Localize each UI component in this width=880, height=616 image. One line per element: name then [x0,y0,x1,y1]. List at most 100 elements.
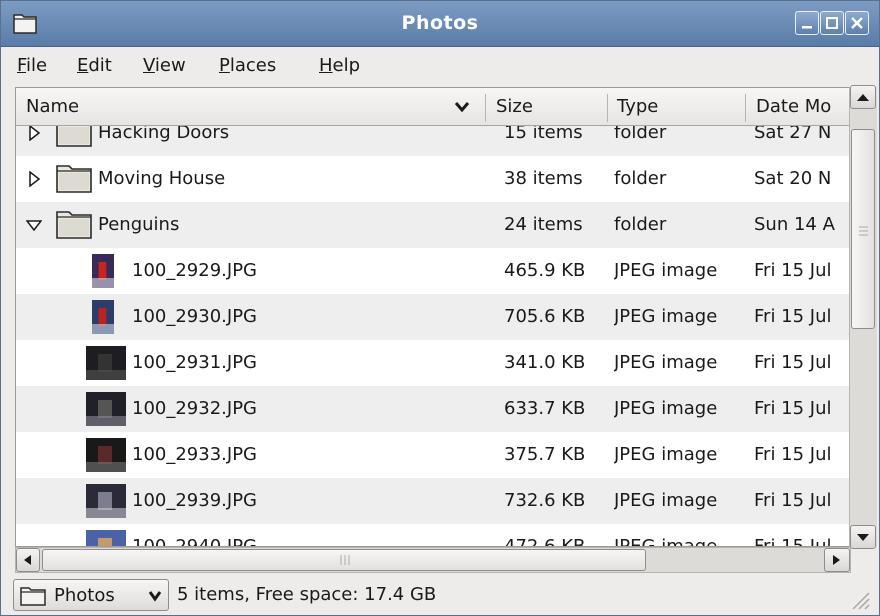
file-row[interactable]: 100_2929.JPG 465.9 KB JPEG image Fri 15 Jul [16,248,850,294]
expander-expanded-icon[interactable] [26,217,42,233]
column-date-header[interactable]: Date Mo [756,88,831,126]
vertical-scroll-thumb[interactable] [851,129,875,329]
folder-icon [20,587,46,606]
menu-label-rest: elp [332,55,361,76]
image-thumbnail-icon [86,438,126,472]
grip-icon [340,555,350,565]
file-list[interactable]: Name Size Type Date Mo Hacking Doors 15 i… [15,87,851,547]
file-type: folder [614,214,667,235]
column-separator[interactable] [485,94,486,122]
folder-icon [56,165,92,193]
column-type-header[interactable]: Type [617,88,658,126]
arrow-left-icon [24,555,31,565]
file-name: 100_2929.JPG [132,260,257,281]
menu-file[interactable]: File [17,55,47,76]
arrow-right-icon [833,555,840,565]
file-date: Fri 15 Jul [754,536,832,547]
column-name-header[interactable]: Name [26,88,79,126]
file-type: JPEG image [614,260,718,281]
file-name: 100_2932.JPG [132,398,257,419]
arrow-down-icon [857,534,869,541]
places-dropdown[interactable]: Photos [13,579,169,611]
chevron-down-icon [148,591,162,602]
folder-row[interactable]: Penguins 24 items folder Sun 14 A [16,202,850,248]
file-type: JPEG image [614,352,718,373]
menu-bar: File Edit View Places Help [1,47,879,87]
scroll-left-button[interactable] [16,548,40,572]
file-row[interactable]: 100_2930.JPG 705.6 KB JPEG image Fri 15 Jul [16,294,850,340]
menu-help[interactable]: Help [319,55,360,76]
menu-places[interactable]: Places [219,55,276,76]
file-date: Sat 27 N [754,126,832,143]
file-type: folder [614,168,667,189]
file-date: Fri 15 Jul [754,352,832,373]
minimize-button[interactable] [795,11,819,35]
horizontal-scroll-thumb[interactable] [42,549,646,571]
chevron-down-icon[interactable] [454,100,470,114]
image-thumbnail-icon [86,530,126,546]
file-type: JPEG image [614,444,718,465]
image-thumbnail-icon [92,300,114,334]
file-name: 100_2933.JPG [132,444,257,465]
folder-icon [56,211,92,239]
file-type: JPEG image [614,398,718,419]
file-size: 15 items [504,126,583,143]
file-size: 38 items [504,168,583,189]
menu-label-rest: ile [26,55,48,76]
file-name: 100_2931.JPG [132,352,257,373]
menu-mnemonic: F [17,55,27,76]
status-bar: Photos 5 items, Free space: 17.4 GB [1,575,879,615]
scroll-down-button[interactable] [850,525,876,549]
file-size: 705.6 KB [504,306,586,327]
status-text: 5 items, Free space: 17.4 GB [177,584,437,605]
file-row[interactable]: 100_2931.JPG 341.0 KB JPEG image Fri 15 Jul [16,340,850,386]
image-thumbnail-icon [92,254,114,288]
file-row[interactable]: 100_2939.JPG 732.6 KB JPEG image Fri 15 Jul [16,478,850,524]
expander-collapsed-icon[interactable] [26,171,42,187]
expander-collapsed-icon[interactable] [26,126,42,141]
column-size-header[interactable]: Size [496,88,533,126]
arrow-up-icon [857,94,869,101]
file-row[interactable]: 100_2940.JPG 472.6 KB JPEG image Fri 15 Jul [16,524,850,547]
folder-row[interactable]: Moving House 38 items folder Sat 20 N [16,156,850,202]
folder-row[interactable]: Hacking Doors 15 items folder Sat 27 N [16,126,850,156]
file-size: 472.6 KB [504,536,586,547]
file-name: Penguins [98,214,180,235]
column-separator[interactable] [607,94,608,122]
file-date: Sun 14 A [754,214,835,235]
file-row[interactable]: 100_2932.JPG 633.7 KB JPEG image Fri 15 Jul [16,386,850,432]
scroll-up-button[interactable] [850,85,876,109]
file-size: 633.7 KB [504,398,586,419]
file-name: Hacking Doors [98,126,230,143]
title-bar[interactable]: Photos [1,1,879,47]
image-thumbnail-icon [86,392,126,426]
horizontal-scrollbar[interactable] [15,547,851,573]
column-separator[interactable] [745,94,746,122]
file-date: Sat 20 N [754,168,832,189]
menu-label-rest: dit [88,55,112,76]
close-icon [851,17,863,29]
scroll-right-button[interactable] [824,548,850,572]
file-size: 24 items [504,214,583,235]
maximize-button[interactable] [820,11,844,35]
file-name: 100_2930.JPG [132,306,257,327]
minimize-icon [802,26,812,29]
maximize-icon [826,17,838,29]
file-manager-window: Photos File Edit View Places Help Name Size … [0,0,880,616]
menu-mnemonic: P [219,55,230,76]
image-thumbnail-icon [86,346,126,380]
resize-grip-icon[interactable] [847,587,871,611]
file-type: JPEG image [614,490,718,511]
file-type: JPEG image [614,536,718,547]
menu-edit[interactable]: Edit [77,55,112,76]
file-date: Fri 15 Jul [754,260,832,281]
file-size: 732.6 KB [504,490,586,511]
menu-mnemonic: V [143,55,155,76]
file-name: Moving House [98,168,226,189]
vertical-scrollbar[interactable] [849,85,877,549]
file-name: 100_2940.JPG [132,536,257,547]
file-row[interactable]: 100_2933.JPG 375.7 KB JPEG image Fri 15 Jul [16,432,850,478]
menu-view[interactable]: View [143,55,186,76]
close-button[interactable] [845,11,869,35]
file-rows: Hacking Doors 15 items folder Sat 27 N Movin… [16,126,850,547]
